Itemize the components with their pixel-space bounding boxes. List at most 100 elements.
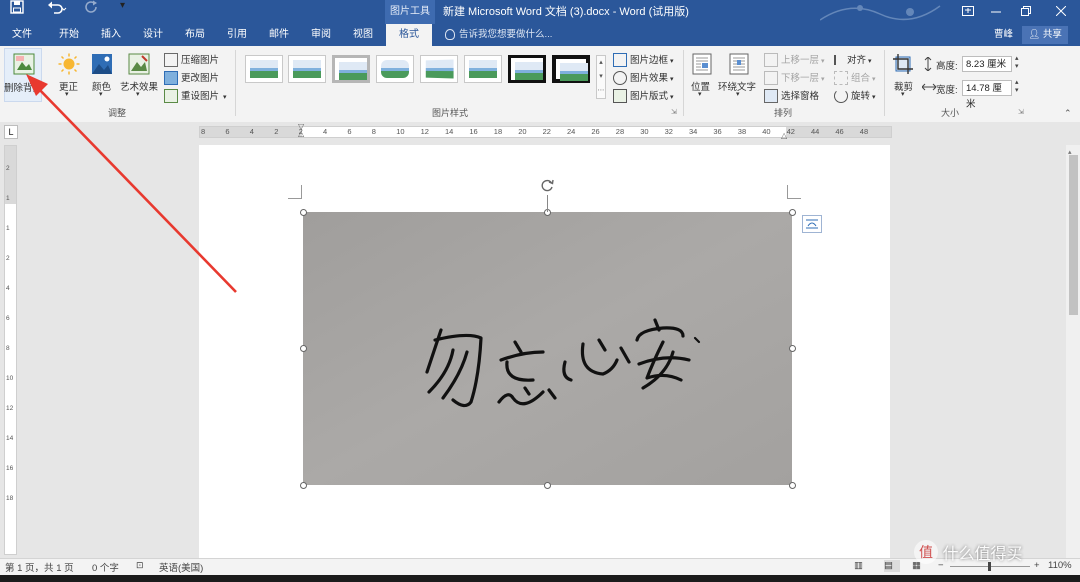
resize-handle[interactable]: [300, 482, 307, 489]
dialog-launcher-icon[interactable]: ⇲: [671, 108, 677, 116]
tab-format[interactable]: 格式: [386, 24, 432, 46]
compress-pictures-button[interactable]: 压缩图片: [164, 52, 219, 68]
picture-style-6[interactable]: [464, 55, 502, 83]
scrollbar-thumb[interactable]: [1069, 155, 1078, 315]
print-layout-icon[interactable]: ▤: [884, 560, 900, 572]
rotate-button[interactable]: 旋转 ▾: [834, 88, 875, 104]
picture-style-3[interactable]: [332, 55, 370, 83]
tab-references[interactable]: 引用: [218, 24, 256, 46]
ruler-tick-label: 40: [762, 127, 771, 136]
share-button[interactable]: 👤︎ 共享: [1022, 26, 1068, 44]
reset-picture-icon: [164, 89, 178, 104]
wrap-text-icon: [728, 53, 750, 78]
selection-pane-button[interactable]: 选择窗格: [764, 88, 819, 104]
tab-design[interactable]: 设计: [134, 24, 172, 46]
picture-style-4[interactable]: [376, 55, 414, 83]
change-picture-icon: [164, 71, 178, 86]
user-name[interactable]: 曹峰: [994, 24, 1013, 46]
layout-options-icon[interactable]: [802, 215, 822, 233]
resize-handle[interactable]: [300, 209, 307, 216]
wrap-text-button[interactable]: 环绕文字 ▾: [718, 52, 760, 104]
save-icon[interactable]: [10, 0, 30, 17]
tab-insert[interactable]: 插入: [92, 24, 130, 46]
vertical-ruler-label: 10: [6, 375, 14, 382]
ribbon-display-options-icon[interactable]: [953, 0, 983, 24]
tab-file[interactable]: 文件: [2, 24, 42, 46]
chevron-down-icon: ▾: [870, 76, 876, 83]
tab-selector[interactable]: L: [4, 125, 18, 139]
indent-marker[interactable]: ▽ △: [298, 123, 304, 138]
reset-picture-button[interactable]: 重设图片 ▾: [164, 88, 227, 104]
undo-icon[interactable]: [47, 0, 73, 17]
vertical-ruler-label: 16: [6, 465, 14, 472]
resize-handle[interactable]: [789, 209, 796, 216]
read-mode-icon[interactable]: ▥: [854, 560, 863, 571]
word-count[interactable]: 0 个字: [92, 560, 119, 574]
group-label-adjust: 调整: [107, 108, 126, 118]
picture-layout-label: 图片版式: [630, 91, 669, 102]
artistic-effects-icon: [128, 53, 150, 78]
change-picture-button[interactable]: 更改图片: [164, 70, 220, 86]
group-label-size: 大小: [940, 108, 959, 118]
color-picture-icon: [91, 53, 113, 78]
minimize-icon[interactable]: [981, 0, 1011, 24]
position-button[interactable]: 位置 ▾: [688, 52, 716, 104]
margin-corner-mark: [787, 185, 801, 199]
collapse-ribbon-icon[interactable]: ⌃: [1064, 108, 1072, 119]
picture-layout-button[interactable]: 图片版式 ▾: [613, 88, 673, 104]
taskbar-strip: [0, 575, 1080, 582]
artistic-effects-button[interactable]: 艺术效果 ▾: [120, 52, 160, 104]
ruler-tick-label: 4: [323, 127, 328, 136]
remove-background-button[interactable]: 删除背景: [4, 48, 42, 102]
tab-home[interactable]: 开始: [48, 24, 90, 46]
zoom-in-icon[interactable]: +: [1034, 560, 1040, 571]
picture-style-1[interactable]: [245, 55, 283, 83]
page-count[interactable]: 第 1 页，共 1 页: [5, 560, 74, 574]
selection-pane-icon: [764, 89, 778, 104]
ruler-tick-label: 8: [201, 127, 206, 136]
customize-qat-icon[interactable]: ▾: [120, 0, 134, 11]
group-objects-button[interactable]: 组合 ▾: [834, 70, 876, 86]
resize-handle[interactable]: [789, 482, 796, 489]
signature-photo[interactable]: [303, 212, 792, 485]
width-spinner[interactable]: ▴ ▾: [1015, 79, 1019, 95]
tab-review[interactable]: 审阅: [302, 24, 340, 46]
picture-style-8[interactable]: [552, 55, 590, 83]
proofing-icon[interactable]: ⊡: [136, 560, 144, 571]
picture-style-5[interactable]: [420, 55, 458, 83]
ruler-tick-label: 30: [640, 127, 649, 136]
gallery-scroll[interactable]: ▴ ▾ ⋯: [596, 55, 606, 99]
tab-layout[interactable]: 布局: [176, 24, 214, 46]
restore-icon[interactable]: [1011, 0, 1041, 24]
ruler-tick-label: 12: [420, 127, 429, 136]
picture-border-button[interactable]: 图片边框 ▾: [613, 52, 673, 68]
width-input[interactable]: 14.78 厘米: [962, 80, 1012, 110]
height-spinner[interactable]: ▴ ▾: [1015, 55, 1019, 71]
tab-view[interactable]: 视图: [344, 24, 382, 46]
align-button[interactable]: 对齐 ▾: [834, 52, 871, 66]
zoom-level[interactable]: 110%: [1048, 560, 1072, 571]
picture-effects-button[interactable]: 图片效果 ▾: [613, 70, 673, 86]
send-backward-button[interactable]: 下移一层 ▾: [764, 70, 824, 86]
resize-handle[interactable]: [544, 482, 551, 489]
resize-handle[interactable]: [789, 345, 796, 352]
rotate-handle-icon[interactable]: [539, 177, 555, 196]
close-icon[interactable]: [1046, 0, 1076, 24]
picture-style-7[interactable]: [508, 55, 546, 83]
dialog-launcher-icon[interactable]: ⇲: [1018, 108, 1024, 116]
crop-button[interactable]: 裁剪 ▾: [888, 52, 918, 104]
ruler-tick-label: 20: [518, 127, 527, 136]
resize-handle[interactable]: [300, 345, 307, 352]
tab-mailings[interactable]: 邮件: [260, 24, 298, 46]
language-indicator[interactable]: 英语(美国): [159, 560, 203, 574]
bring-forward-button[interactable]: 上移一层 ▾: [764, 52, 824, 68]
picture-style-2[interactable]: [288, 55, 326, 83]
corrections-button[interactable]: 更正 ▾: [54, 52, 84, 104]
tell-me-box[interactable]: 告诉我您想要做什么...: [445, 24, 552, 46]
change-picture-label: 更改图片: [181, 73, 220, 84]
chevron-down-icon: ▾: [136, 91, 140, 98]
right-indent-marker[interactable]: △: [781, 131, 787, 140]
redo-icon[interactable]: [84, 0, 100, 17]
color-button[interactable]: 颜色 ▾: [88, 52, 118, 104]
height-input[interactable]: 8.23 厘米: [962, 56, 1012, 72]
